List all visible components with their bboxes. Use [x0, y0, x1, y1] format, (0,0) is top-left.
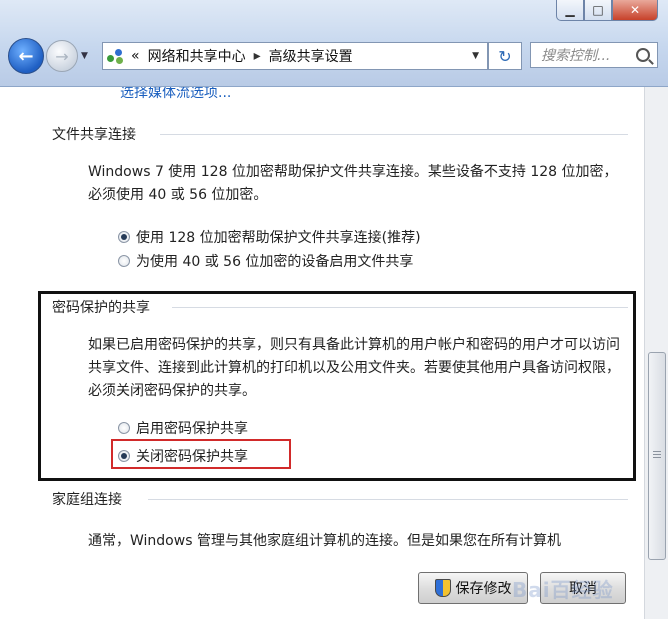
- search-placeholder: 搜索控制...: [541, 48, 611, 64]
- navigation-buttons: ← → ▼: [8, 38, 88, 74]
- minimize-button[interactable]: ▁: [556, 0, 584, 21]
- grip-line: [653, 454, 661, 455]
- option-40-56bit-label[interactable]: 为使用 40 或 56 位加密的设备启用文件共享: [136, 251, 413, 271]
- option-40-56bit[interactable]: 为使用 40 或 56 位加密的设备启用文件共享: [118, 251, 413, 271]
- grip-line: [653, 457, 661, 458]
- search-input[interactable]: 搜索控制...: [530, 42, 658, 68]
- breadcrumb-prefix[interactable]: «: [131, 48, 140, 64]
- watermark: Bai百经验: [512, 578, 614, 602]
- network-icon: [107, 47, 125, 65]
- grip-line: [653, 451, 661, 452]
- save-changes-label: 保存修改: [455, 581, 512, 597]
- window-chrome: ▁ □ ✕ ← → ▼ « 网络和共享中心 ▸ 高级共享设置 ▼ ↻ 搜索控制.…: [0, 0, 668, 87]
- disable-option-highlight-box: [111, 439, 291, 469]
- file-sharing-description: Windows 7 使用 128 位加密帮助保护文件共享连接。某些设备不支持 1…: [88, 164, 618, 203]
- option-128bit[interactable]: 使用 128 位加密帮助保护文件共享连接(推荐): [118, 227, 421, 247]
- forward-arrow-icon[interactable]: →: [46, 40, 78, 72]
- breadcrumb-separator-icon[interactable]: ▸: [254, 48, 261, 64]
- window-controls: ▁ □ ✕: [556, 0, 658, 21]
- scrollbar-thumb[interactable]: [648, 352, 666, 560]
- breadcrumb-item-network-center[interactable]: 网络和共享中心: [148, 46, 246, 66]
- homegroup-description: 通常，Windows 管理与其他家庭组计算机的连接。但是如果您在所有计算机: [88, 533, 561, 549]
- media-streaming-link[interactable]: 选择媒体流选项...: [120, 87, 231, 102]
- search-icon[interactable]: [636, 48, 650, 62]
- uac-shield-icon: [434, 579, 451, 597]
- section-divider: [160, 134, 628, 135]
- close-button[interactable]: ✕: [612, 0, 658, 21]
- recent-pages-dropdown-icon[interactable]: ▼: [81, 51, 88, 61]
- section-divider: [148, 499, 628, 500]
- homegroup-title: 家庭组连接: [52, 492, 122, 508]
- back-arrow-icon[interactable]: ←: [8, 38, 44, 74]
- maximize-button[interactable]: □: [584, 0, 612, 21]
- refresh-icon: ↻: [498, 46, 512, 66]
- vertical-scrollbar[interactable]: [644, 87, 668, 619]
- option-128bit-label[interactable]: 使用 128 位加密帮助保护文件共享连接(推荐): [136, 227, 421, 247]
- breadcrumb-item-advanced-sharing[interactable]: 高级共享设置: [269, 46, 353, 66]
- file-sharing-title: 文件共享连接: [52, 127, 136, 143]
- radio-40-56bit[interactable]: [118, 255, 130, 267]
- refresh-button[interactable]: ↻: [488, 42, 522, 70]
- radio-128bit[interactable]: [118, 231, 130, 243]
- address-bar[interactable]: « 网络和共享中心 ▸ 高级共享设置 ▼: [102, 42, 488, 70]
- address-dropdown-icon[interactable]: ▼: [472, 51, 479, 61]
